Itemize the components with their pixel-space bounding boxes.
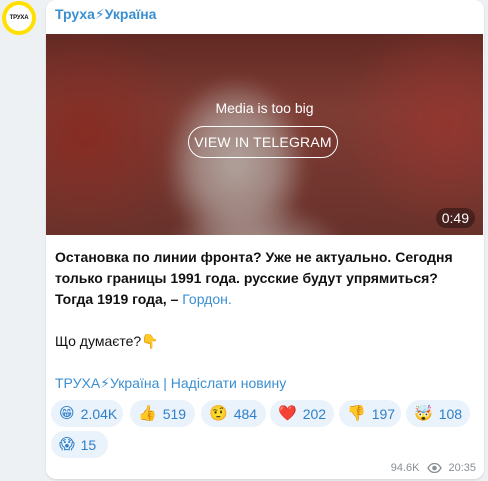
grin-icon: 😁 <box>59 405 75 422</box>
reaction-count: 2.04K <box>80 405 118 422</box>
raised-eyebrow-icon: 🤨 <box>209 405 228 422</box>
post-main-paragraph: Остановка по линии фронта? Уже не актуал… <box>55 247 475 310</box>
media-too-big-label: Media is too big <box>215 100 314 116</box>
source-link[interactable]: Гордон. <box>182 291 231 307</box>
post-body: Остановка по линии фронта? Уже не актуал… <box>55 247 475 394</box>
scream-icon: 😱 <box>59 436 75 453</box>
reaction-count: 519 <box>162 405 187 422</box>
channel-logo: ТРУХА <box>6 5 32 31</box>
channel-avatar[interactable]: ТРУХА <box>2 1 36 35</box>
post-footer-links: ТРУХА⚡Україна | Надіслати новину <box>55 373 475 394</box>
video-duration-badge: 0:49 <box>435 208 475 228</box>
question-text: Що думаєте? <box>55 333 142 349</box>
heart-icon: ❤️ <box>278 405 297 422</box>
reaction-count: 197 <box>371 405 396 422</box>
submit-news-link[interactable]: Надіслати новину <box>171 375 286 391</box>
reaction-thumbs-down[interactable]: 👎 197 <box>339 400 401 427</box>
pointing-down-icon: 👇 <box>141 333 159 349</box>
reaction-scream[interactable]: 😱 15 <box>51 431 108 458</box>
footer-separator: | <box>159 375 171 391</box>
message-bubble: Труха⚡Україна Media is too big VIEW IN T… <box>46 0 484 479</box>
post-time: 20:35 <box>448 462 476 474</box>
reaction-heart[interactable]: ❤️ 202 <box>270 400 334 427</box>
reaction-exploding-head[interactable]: 🤯 108 <box>406 400 470 427</box>
footer-channel-link[interactable]: ТРУХА⚡Україна <box>55 375 159 391</box>
reaction-count: 15 <box>80 436 97 453</box>
reaction-count: 108 <box>438 405 463 422</box>
post-question: Що думаєте?👇 <box>55 331 475 352</box>
exploding-head-icon: 🤯 <box>414 405 433 422</box>
message-meta: 94.6K 20:35 <box>391 462 476 474</box>
channel-name-link[interactable]: Труха⚡Україна <box>55 6 156 23</box>
reaction-count: 202 <box>302 405 327 422</box>
thumbs-down-icon: 👎 <box>347 405 366 422</box>
eye-icon <box>427 463 443 473</box>
view-in-telegram-button[interactable]: VIEW IN TELEGRAM <box>188 126 338 158</box>
video-media[interactable]: Media is too big VIEW IN TELEGRAM 0:49 <box>46 34 483 235</box>
reaction-grin[interactable]: 😁 2.04K <box>51 400 123 427</box>
thumbs-up-icon: 👍 <box>138 405 157 422</box>
view-count: 94.6K <box>390 462 420 474</box>
reaction-thumbs-up[interactable]: 👍 519 <box>130 400 195 427</box>
channel-logo-text: ТРУХА <box>9 15 29 21</box>
telegram-post-view: ТРУХА Труха⚡Україна Media is too big VIE… <box>0 0 488 481</box>
reaction-raised-eyebrow[interactable]: 🤨 484 <box>201 400 266 427</box>
post-bold-text: Остановка по линии фронта? Уже не актуал… <box>55 249 453 307</box>
reaction-count: 484 <box>233 405 258 422</box>
